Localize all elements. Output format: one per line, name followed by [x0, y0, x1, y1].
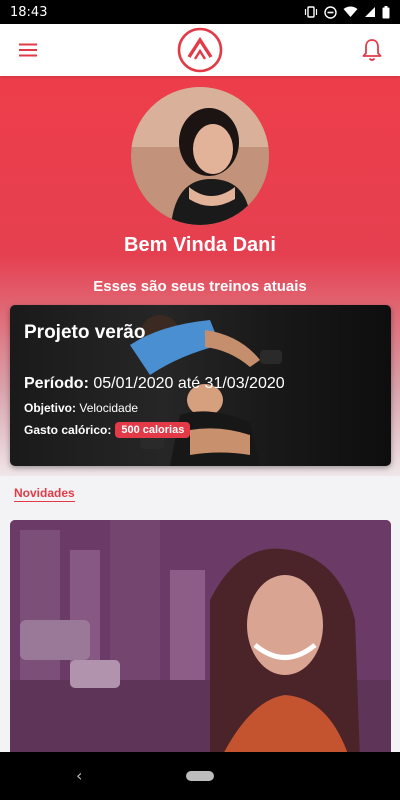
app-logo-icon: [177, 27, 223, 73]
system-navigation-bar: ‹: [0, 752, 400, 800]
greeting-text: Bem Vinda Dani: [124, 234, 276, 256]
notification-bell-icon: [362, 39, 382, 61]
app-bar: [0, 24, 400, 76]
workout-calories: Gasto calórico: 500 calorias: [24, 422, 191, 438]
news-section-title[interactable]: Novidades: [14, 486, 75, 502]
profile-photo: [131, 87, 269, 225]
calories-badge: 500 calorias: [115, 422, 191, 438]
vibrate-icon: [304, 6, 318, 18]
avatar[interactable]: [131, 87, 269, 225]
objective-label: Objetivo:: [24, 401, 77, 415]
menu-button[interactable]: [14, 36, 42, 64]
news-photo: [10, 520, 391, 760]
do-not-disturb-icon: [324, 5, 337, 19]
home-pill-icon[interactable]: [186, 771, 214, 781]
objective-value: Velocidade: [79, 401, 139, 415]
period-label: Período:: [24, 375, 89, 392]
workout-objective: Objetivo: Velocidade: [24, 401, 138, 415]
hamburger-menu-icon: [19, 43, 37, 57]
back-icon[interactable]: ‹: [76, 766, 82, 785]
current-workouts-heading: Esses são seus treinos atuais: [93, 278, 307, 295]
calories-label: Gasto calórico:: [24, 423, 112, 437]
workout-title: Projeto verão: [24, 322, 146, 343]
battery-icon: [382, 5, 390, 18]
status-icons: [304, 5, 390, 19]
notifications-button[interactable]: [358, 36, 386, 64]
wifi-icon: [343, 6, 358, 17]
status-bar: 18:43: [0, 0, 400, 24]
workout-period: Período: 05/01/2020 até 31/03/2020: [24, 375, 285, 393]
workout-card[interactable]: Projeto verão Período: 05/01/2020 até 31…: [10, 305, 391, 466]
status-time: 18:43: [10, 4, 48, 20]
news-card[interactable]: [10, 520, 391, 760]
period-value: 05/01/2020 até 31/03/2020: [93, 375, 285, 392]
signal-icon: [365, 7, 375, 17]
